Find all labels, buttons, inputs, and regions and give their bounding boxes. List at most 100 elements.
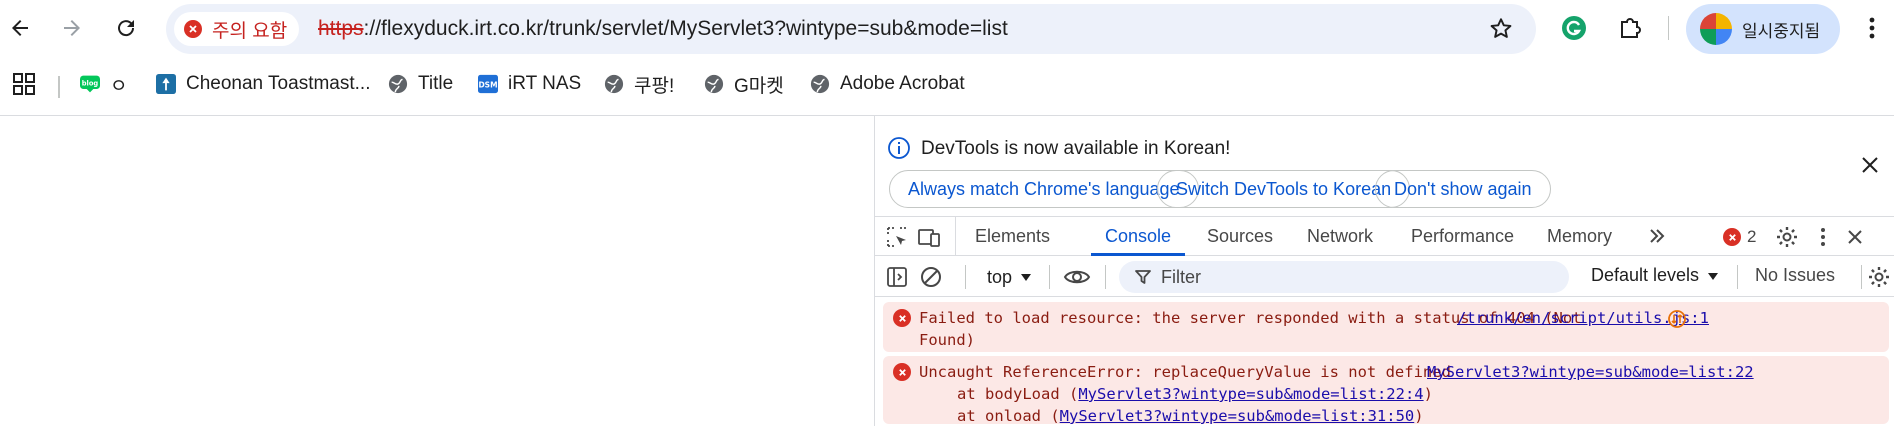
log-levels-label: Default levels xyxy=(1591,265,1700,285)
toolbar-separator xyxy=(1737,265,1738,289)
address-bar[interactable]: 주의 요함 https://flexyduck.irt.co.kr/trunk/… xyxy=(166,4,1536,54)
error-icon xyxy=(893,309,911,327)
bookmark-label: Cheonan Toastmast... xyxy=(186,73,371,94)
dropdown-arrow-icon xyxy=(1021,274,1032,281)
avatar xyxy=(1700,13,1732,45)
error-source-link[interactable]: MyServlet3?wintype=sub&mode=list:22 xyxy=(1427,361,1754,383)
filter-input[interactable] xyxy=(1161,266,1541,288)
tab-console[interactable]: Console xyxy=(1090,217,1186,256)
extensions-puzzle-icon[interactable] xyxy=(1616,14,1644,42)
tabbar-divider xyxy=(955,217,956,255)
profile-name: 일시중지됨 xyxy=(1742,21,1821,41)
clear-console-icon[interactable] xyxy=(919,265,943,289)
bookmarks-divider xyxy=(58,76,60,98)
sidebar-toggle-icon[interactable] xyxy=(885,265,909,289)
console-settings-gear-icon[interactable] xyxy=(1867,265,1891,289)
security-label: 주의 요함 xyxy=(212,20,288,42)
bookmark-label: 쿠팡! xyxy=(634,75,675,97)
tab-sources[interactable]: Sources xyxy=(1207,217,1273,255)
issues-button[interactable]: No Issues xyxy=(1755,265,1835,286)
more-options-icon[interactable] xyxy=(1811,225,1835,249)
toolbar-separator xyxy=(1861,265,1862,289)
error-icon xyxy=(1723,228,1741,246)
apps-grid-icon xyxy=(13,73,35,95)
bookmark-item[interactable]: Adobe Acrobat xyxy=(810,68,965,100)
bookmark-item[interactable]: Title xyxy=(388,68,453,100)
bookmark-label: iRT NAS xyxy=(508,73,582,94)
more-tabs-button[interactable] xyxy=(1647,217,1667,255)
reload-icon xyxy=(118,20,135,37)
warning-icon xyxy=(184,20,202,38)
settings-gear-icon[interactable] xyxy=(1775,225,1799,249)
grammarly-icon[interactable] xyxy=(1560,14,1588,42)
bookmark-label: ㅇ xyxy=(110,75,128,97)
error-count-badge[interactable]: 2 xyxy=(1723,227,1756,247)
chevron-double-right-icon xyxy=(1650,229,1665,243)
apps-button[interactable] xyxy=(12,68,36,100)
globe-icon xyxy=(388,74,408,94)
stack-link[interactable]: MyServlet3?wintype=sub&mode=list:31:50 xyxy=(1060,407,1415,425)
bookmark-item[interactable]: blog ㅇ xyxy=(80,68,127,100)
stack-frame: at bodyLoad (MyServlet3?wintype=sub&mode… xyxy=(957,383,1433,405)
close-devtools-icon[interactable] xyxy=(1843,225,1867,249)
bookmark-item[interactable]: G마켓 xyxy=(704,68,784,100)
console-toolbar: top Default levels No Issues xyxy=(875,257,1894,297)
bookmark-item[interactable]: Cheonan Toastmast... xyxy=(156,68,370,100)
bookmark-item[interactable]: 쿠팡! xyxy=(604,68,674,100)
toastmasters-icon xyxy=(156,74,176,94)
bookmark-item[interactable]: DSM iRT NAS xyxy=(478,68,581,100)
stack-suffix: ) xyxy=(1414,407,1424,425)
filter-input-container[interactable] xyxy=(1119,261,1569,293)
forward-button[interactable] xyxy=(52,8,92,48)
stack-link[interactable]: MyServlet3?wintype=sub&mode=list:22:4 xyxy=(1078,385,1423,403)
chrome-menu-icon[interactable] xyxy=(1858,14,1886,42)
globe-icon xyxy=(604,74,624,94)
devtools-panel: DevTools is now available in Korean! Alw… xyxy=(874,116,1894,426)
toolbar-divider xyxy=(1668,16,1669,40)
blog-icon: blog xyxy=(80,74,100,94)
eye-icon[interactable] xyxy=(1063,265,1091,289)
toolbar-separator xyxy=(1105,265,1106,289)
close-icon[interactable] xyxy=(1859,154,1881,176)
dropdown-arrow-icon xyxy=(1708,272,1719,280)
bookmark-label: Title xyxy=(418,73,454,94)
tab-performance[interactable]: Performance xyxy=(1411,217,1514,255)
switch-korean-button[interactable]: Switch DevTools to Korean xyxy=(1157,170,1411,208)
console-error-message[interactable]: Uncaught ReferenceError: replaceQueryVal… xyxy=(883,356,1889,427)
devtools-tabbar: Elements Console Sources Network Perform… xyxy=(875,216,1894,256)
security-chip[interactable]: 주의 요함 xyxy=(174,12,300,46)
url-text[interactable]: https://flexyduck.irt.co.kr/trunk/servle… xyxy=(318,4,1008,54)
toolbar-separator xyxy=(965,265,966,289)
stack-frame: at onload (MyServlet3?wintype=sub&mode=l… xyxy=(957,405,1424,427)
toolbar-separator xyxy=(1049,265,1050,289)
svg-text:DSM: DSM xyxy=(478,80,497,89)
back-button[interactable] xyxy=(0,8,40,48)
reload-button[interactable] xyxy=(106,8,146,48)
inspect-element-icon[interactable] xyxy=(885,225,909,249)
info-icon xyxy=(888,137,910,159)
log-levels-dropdown[interactable]: Default levels xyxy=(1591,265,1719,286)
profile-button[interactable]: 일시중지됨 xyxy=(1686,4,1840,54)
bookmark-star-icon[interactable] xyxy=(1488,16,1514,42)
tab-elements[interactable]: Elements xyxy=(975,217,1050,255)
bookmark-label: G마켓 xyxy=(734,75,784,97)
network-request-icon[interactable] xyxy=(1667,309,1687,329)
tab-memory[interactable]: Memory xyxy=(1547,217,1612,255)
stack-prefix: at onload ( xyxy=(957,407,1060,425)
arrow-left-icon xyxy=(12,20,28,36)
page-viewport[interactable] xyxy=(0,116,874,426)
globe-icon xyxy=(704,74,724,94)
context-selector[interactable]: top xyxy=(987,265,1032,289)
stack-prefix: at bodyLoad ( xyxy=(957,385,1079,403)
dsm-icon: DSM xyxy=(478,74,498,94)
arrow-right-icon xyxy=(64,20,80,36)
error-text: Uncaught ReferenceError: replaceQueryVal… xyxy=(919,363,1451,381)
infobar-message: DevTools is now available in Korean! xyxy=(921,138,1231,159)
device-toolbar-icon[interactable] xyxy=(917,225,941,249)
match-language-button[interactable]: Always match Chrome's language xyxy=(889,170,1199,208)
browser-toolbar: 주의 요함 https://flexyduck.irt.co.kr/trunk/… xyxy=(0,0,1894,56)
tab-network[interactable]: Network xyxy=(1307,217,1373,255)
console-error-message[interactable]: Failed to load resource: the server resp… xyxy=(883,302,1889,352)
dont-show-again-button[interactable]: Don't show again xyxy=(1375,170,1551,208)
url-scheme: https xyxy=(318,17,364,40)
